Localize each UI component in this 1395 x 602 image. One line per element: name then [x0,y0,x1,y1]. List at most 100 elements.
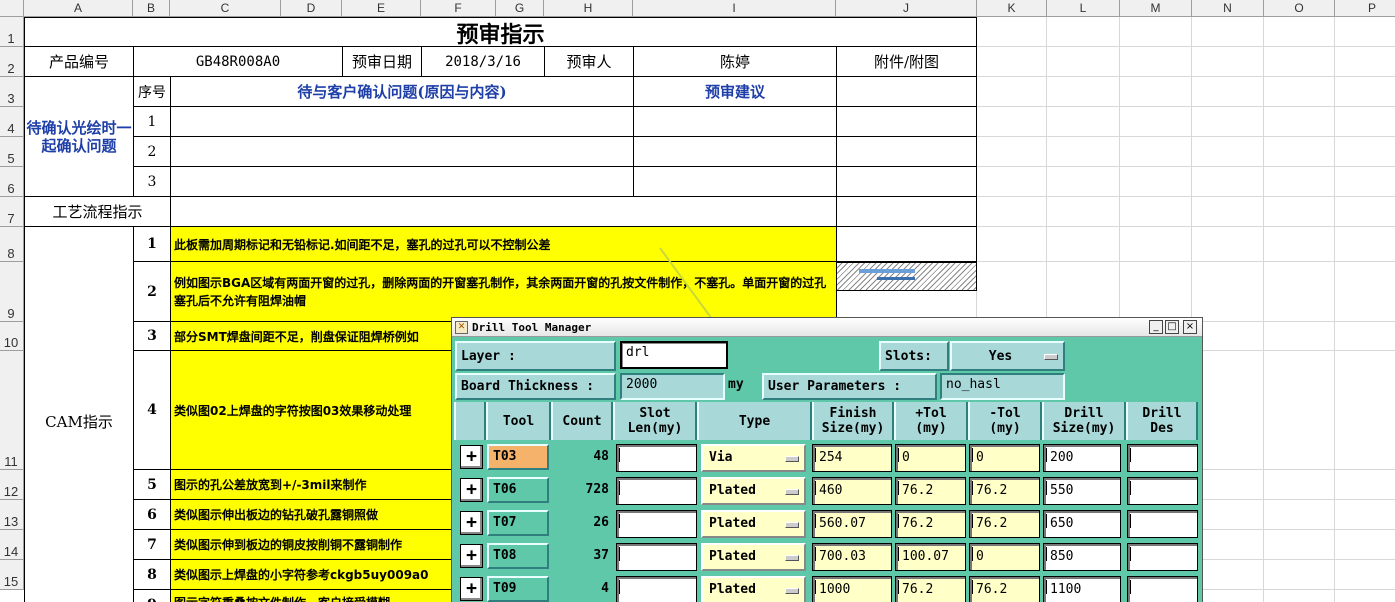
column-header[interactable]: J [836,0,977,17]
row-header[interactable]: 1 [0,17,24,47]
type-dropdown[interactable]: Plated [701,543,806,571]
tool-button[interactable]: T09 [487,576,549,602]
row-header[interactable]: 5 [0,137,24,167]
tool-button[interactable]: T08 [487,543,549,569]
close-button[interactable]: × [1183,320,1197,334]
select-all-corner[interactable] [0,0,24,17]
finish-size-input[interactable]: 1000 [812,576,892,602]
board-thickness-input[interactable]: 2000 [620,373,725,400]
drill-des-input[interactable] [1127,444,1198,472]
row-header[interactable]: 6 [0,167,24,197]
attachment-cell[interactable] [836,226,977,262]
row-header[interactable]: 11 [0,351,24,470]
plus-tol-input[interactable]: 100.07 [895,543,966,571]
column-header[interactable]: E [342,0,421,17]
tool-row[interactable]: + T08 37 Plated 700.03 100.07 0 850 [458,540,1198,572]
expand-row-button[interactable]: + [460,478,483,502]
dialog-title-bar[interactable]: ✕ Drill Tool Manager _ □ × [452,318,1202,337]
column-header[interactable]: L [1047,0,1120,17]
tool-row[interactable]: + T07 26 Plated 560.07 76.2 76.2 650 [458,507,1198,539]
drill-size-input[interactable]: 200 [1043,444,1121,472]
attachment-cell[interactable] [836,196,977,227]
plus-tol-input[interactable]: 76.2 [895,477,966,505]
column-header[interactable]: H [544,0,633,17]
type-dropdown[interactable]: Plated [701,576,806,602]
row-header[interactable]: 10 [0,322,24,351]
tool-row[interactable]: + T03 48 Via 254 0 0 200 [458,441,1198,473]
attachment-image[interactable] [836,262,977,291]
issue-cell[interactable] [170,166,634,197]
expand-row-button[interactable]: + [460,445,483,469]
slot-len-input[interactable] [616,543,697,571]
tool-row[interactable]: + T09 4 Plated 1000 76.2 76.2 1100 [458,573,1198,602]
expand-row-button[interactable]: + [460,511,483,535]
slot-len-input[interactable] [616,444,697,472]
slot-len-input[interactable] [616,477,697,505]
row-header[interactable]: 3 [0,77,24,107]
row-header[interactable]: 9 [0,262,24,322]
issue-cell[interactable] [170,106,634,137]
slots-dropdown[interactable]: Yes [950,341,1065,371]
row-header[interactable]: 15 [0,560,24,590]
suggestion-cell[interactable] [633,106,837,137]
column-header[interactable]: O [1264,0,1335,17]
finish-size-input[interactable]: 254 [812,444,892,472]
cam-item-text[interactable]: 例如图示BGA区域有两面开窗的过孔，删除两面的开窗塞孔制作，其余两面开窗的孔按文… [170,261,837,322]
column-header[interactable]: C [170,0,281,17]
suggestion-cell[interactable] [633,136,837,167]
drill-des-input[interactable] [1127,510,1198,538]
column-header[interactable]: A [24,0,133,17]
attachment-cell[interactable] [836,136,977,167]
column-header[interactable]: P [1335,0,1395,17]
slot-len-input[interactable] [616,576,697,602]
drill-size-input[interactable]: 1100 [1043,576,1121,602]
finish-size-input[interactable]: 700.03 [812,543,892,571]
drill-des-input[interactable] [1127,477,1198,505]
expand-row-button[interactable]: + [460,544,483,568]
process-cell[interactable] [170,196,837,227]
column-header[interactable]: D [281,0,342,17]
tool-button[interactable]: T07 [487,510,549,536]
minimize-button[interactable]: _ [1149,320,1163,334]
layer-input[interactable]: drl [620,341,728,369]
minus-tol-input[interactable]: 0 [969,543,1040,571]
suggestion-cell[interactable] [633,166,837,197]
slot-len-input[interactable] [616,510,697,538]
minus-tol-input[interactable]: 76.2 [969,510,1040,538]
minus-tol-input[interactable]: 0 [969,444,1040,472]
issue-cell[interactable] [170,136,634,167]
row-header[interactable]: 4 [0,107,24,137]
type-dropdown[interactable]: Plated [701,510,806,538]
drill-size-input[interactable]: 550 [1043,477,1121,505]
attachment-cell[interactable] [836,166,977,197]
column-header[interactable]: F [421,0,496,17]
tool-button[interactable]: T06 [487,477,549,503]
drill-size-input[interactable]: 850 [1043,543,1121,571]
minus-tol-input[interactable]: 76.2 [969,477,1040,505]
row-header[interactable]: 2 [0,47,24,77]
column-header[interactable]: M [1120,0,1192,17]
column-header[interactable]: K [977,0,1047,17]
column-header[interactable]: N [1192,0,1264,17]
row-header[interactable]: 7 [0,197,24,227]
tool-row[interactable]: + T06 728 Plated 460 76.2 76.2 550 [458,474,1198,506]
drill-des-input[interactable] [1127,576,1198,602]
column-header[interactable]: G [496,0,544,17]
column-header[interactable]: I [633,0,836,17]
column-header[interactable]: B [133,0,170,17]
plus-tol-input[interactable]: 76.2 [895,510,966,538]
drill-tool-manager-dialog[interactable]: ✕ Drill Tool Manager _ □ × Layer : drl S… [451,317,1203,602]
drill-size-input[interactable]: 650 [1043,510,1121,538]
minus-tol-input[interactable]: 76.2 [969,576,1040,602]
finish-size-input[interactable]: 560.07 [812,510,892,538]
row-header[interactable]: 12 [0,470,24,500]
review-date-value[interactable]: 2018/3/16 [421,46,545,77]
cam-item-text[interactable]: 此板需加周期标记和无铅标记.如间距不足，塞孔的过孔可以不控制公差 [170,226,837,262]
attachment-cell[interactable] [836,76,977,107]
expand-row-button[interactable]: + [460,577,483,601]
reviewer-value[interactable]: 陈婷 [633,46,837,77]
product-no-value[interactable]: GB48R008A0 [133,46,343,77]
row-header[interactable]: 8 [0,227,24,262]
row-header[interactable]: 14 [0,530,24,560]
drill-des-input[interactable] [1127,543,1198,571]
